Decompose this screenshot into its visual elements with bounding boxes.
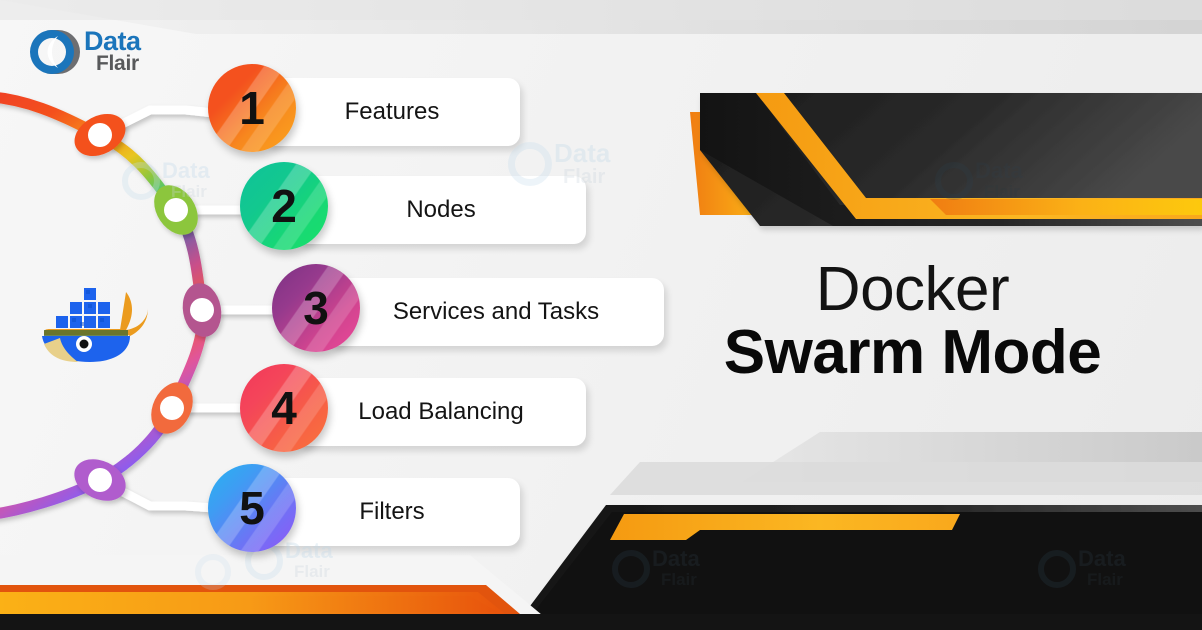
- step-bar-1[interactable]: Features: [264, 78, 520, 146]
- step-bar-2[interactable]: Nodes: [296, 176, 586, 244]
- step-number-text-2: 2: [271, 180, 297, 232]
- step-number-text-3: 3: [303, 282, 329, 334]
- title-line-1: Docker: [815, 255, 1010, 324]
- step-number-text-5: 5: [239, 482, 265, 534]
- logo-flair-text: Flair: [96, 52, 139, 75]
- step-row-4: Load Balancing 4: [240, 364, 592, 460]
- step-row-5: Filters 5: [208, 464, 520, 560]
- step-label-4: Load Balancing: [358, 398, 524, 425]
- page-title: Docker Swarm Mode: [640, 255, 1185, 388]
- dataflair-logo-text: Data Flair: [84, 28, 141, 75]
- step-number-4[interactable]: 4: [240, 364, 328, 452]
- step-number-1[interactable]: 1: [208, 64, 296, 152]
- step-number-2[interactable]: 2: [240, 162, 328, 250]
- step-bar-4[interactable]: Load Balancing: [296, 378, 586, 446]
- step-row-2: Nodes 2: [240, 162, 592, 258]
- step-label-1: Features: [344, 98, 440, 125]
- step-number-text-4: 4: [271, 382, 297, 434]
- step-label-5: Filters: [359, 498, 425, 525]
- step-row-3: Services and Tasks 3: [272, 264, 672, 360]
- dataflair-logo[interactable]: Data Flair: [28, 26, 158, 82]
- dataflair-logo-icon: [30, 30, 80, 74]
- step-number-5[interactable]: 5: [208, 464, 296, 552]
- step-label-2: Nodes: [406, 196, 476, 223]
- step-label-3: Services and Tasks: [392, 298, 600, 325]
- step-row-1: Features 1: [208, 64, 520, 160]
- step-number-text-1: 1: [239, 82, 265, 134]
- docker-whale-icon: [42, 288, 148, 362]
- step-number-3[interactable]: 3: [272, 264, 360, 352]
- step-bar-3[interactable]: Services and Tasks: [328, 278, 664, 346]
- infographic-canvas: Features 1 Nodes 2 Services and Tasks 3 …: [0, 0, 1202, 630]
- step-bar-5[interactable]: Filters: [264, 478, 520, 546]
- title-line-2: Swarm Mode: [723, 318, 1102, 388]
